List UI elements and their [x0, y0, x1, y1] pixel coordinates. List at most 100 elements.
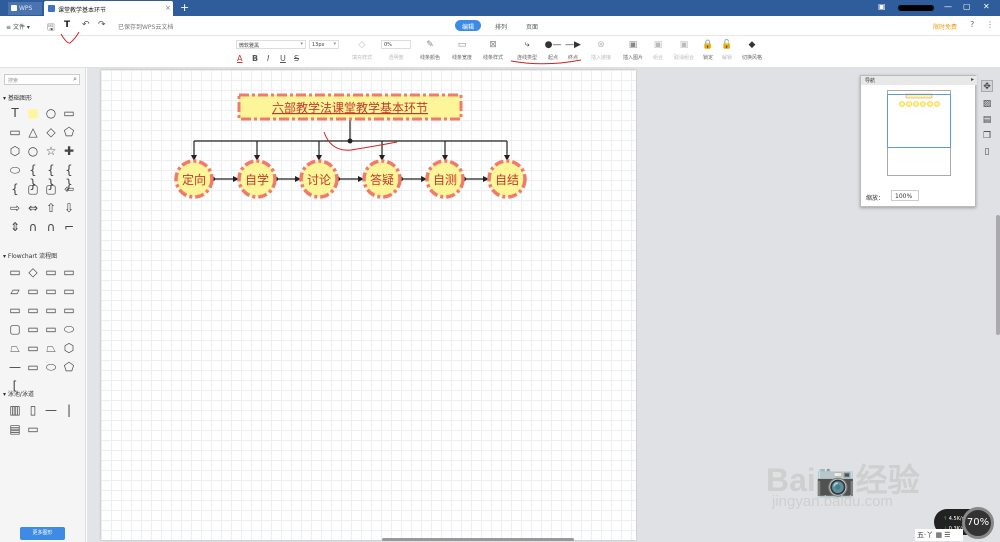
flowchart-shape-7[interactable]: ▭ — [62, 284, 76, 298]
flowchart-shape-19[interactable]: ⬡ — [62, 341, 76, 355]
flowchart-shape-5[interactable]: ▭ — [26, 284, 40, 298]
swimlane-shape-3[interactable]: | — [62, 403, 76, 417]
zoom-input[interactable]: 100% — [891, 190, 919, 201]
flowchart-shape-20[interactable]: — — [8, 360, 22, 374]
flowchart-shape-6[interactable]: ▭ — [44, 284, 58, 298]
wps-home-tab[interactable]: WPS — [8, 2, 42, 15]
basic-shape-22[interactable]: ⇧ — [44, 201, 58, 215]
free-trial-link[interactable]: 限时免费 — [933, 22, 957, 31]
basic-shape-9[interactable]: ○ — [26, 144, 40, 158]
close-tab-icon[interactable]: × — [165, 4, 171, 12]
basic-shape-13[interactable]: { } — [26, 163, 40, 191]
tab-page[interactable]: 页面 — [519, 20, 545, 31]
basic-shape-21[interactable]: ⇔ — [26, 201, 40, 215]
search-icon[interactable]: ⌕ — [73, 75, 77, 84]
image-toggle-icon[interactable]: ▨ — [981, 98, 993, 110]
shape-search-input[interactable]: 搜索 ⌕ — [4, 74, 80, 85]
basic-shape-15[interactable]: { } — [62, 163, 76, 191]
basic-shape-4[interactable]: ▭ — [8, 125, 22, 139]
flowchart-shape-9[interactable]: ▭ — [26, 303, 40, 317]
basic-shape-3[interactable]: ▭ — [62, 106, 76, 120]
basic-shape-24[interactable]: ⇕ — [8, 220, 22, 234]
tab-arrange[interactable]: 排列 — [488, 20, 514, 31]
more-menu-icon[interactable]: ⋮ — [986, 20, 994, 29]
swimlane-shape-0[interactable]: ▥ — [8, 403, 22, 417]
navigator-toggle-icon[interactable]: ✥ — [981, 80, 993, 92]
basic-shape-16[interactable]: { — [8, 182, 22, 196]
category-flowchart[interactable]: ▾ Flowchart 流程图 — [3, 251, 57, 260]
flowchart-shape-22[interactable]: ⬭ — [44, 360, 58, 374]
close-icon[interactable]: ▸ — [971, 76, 974, 83]
page-setting-icon[interactable]: ▤ — [981, 114, 993, 126]
window-layout-icon[interactable]: ▣ — [878, 2, 886, 11]
basic-shape-20[interactable]: ⇨ — [8, 201, 22, 215]
flowchart-shape-2[interactable]: ▭ — [44, 265, 58, 279]
flowchart-shape-15[interactable]: ⬭ — [62, 322, 76, 336]
document-tab-title: 课堂教学基本环节 — [58, 7, 107, 14]
basic-shape-12[interactable]: ⬭ — [8, 163, 22, 177]
swimlane-shape-5[interactable]: ▭ — [26, 422, 40, 436]
flowchart-shape-12[interactable]: ▢ — [8, 322, 22, 336]
swimlane-shape-4[interactable]: ▤ — [8, 422, 22, 436]
category-basic-shapes[interactable]: ▾ 基础图形 — [3, 93, 32, 102]
drawing-page[interactable]: 六部教学法课堂教学基本环节 定向 自学 讨论 答疑 自测 自结 — [101, 70, 636, 540]
user-account[interactable] — [898, 5, 934, 11]
category-swimlane[interactable]: ▾ 泳池/泳道 — [3, 389, 34, 398]
basic-shape-27[interactable]: ⌐ — [62, 220, 76, 234]
navigator-header[interactable]: 导航 ▸ — [861, 76, 977, 85]
flowchart-shape-17[interactable]: ▭ — [26, 341, 40, 355]
vertical-scrollbar[interactable] — [996, 215, 1000, 335]
ime-status-bar[interactable]: 五·丫 ▦ ☰ — [915, 529, 963, 541]
basic-shape-10[interactable]: ☆ — [44, 144, 58, 158]
basic-shape-7[interactable]: ⬠ — [62, 125, 76, 139]
tab-edit[interactable]: 编辑 — [455, 20, 482, 31]
flowchart-shape-3[interactable]: ▭ — [62, 265, 76, 279]
flowchart-shape-18[interactable]: ⏢ — [44, 341, 58, 355]
flowchart-shape-11[interactable]: ▭ — [62, 303, 76, 317]
flowchart-shape-21[interactable]: ▭ — [26, 360, 40, 374]
flowchart-shape-23[interactable]: ⬠ — [62, 360, 76, 374]
copy-page-icon[interactable]: ❐ — [981, 130, 993, 142]
flowchart-shape-4[interactable]: ▱ — [8, 284, 22, 298]
more-shapes-button[interactable]: 更多图形 — [20, 527, 65, 540]
flowchart-shape-0[interactable]: ▭ — [8, 265, 22, 279]
basic-shape-17[interactable]: ▢ — [26, 182, 40, 196]
cpu-usage-gauge[interactable]: 70% — [962, 507, 994, 539]
horizontal-scrollbar[interactable] — [382, 538, 574, 541]
basic-shape-18[interactable]: ▢ — [44, 182, 58, 196]
undo-icon[interactable]: ↶ — [82, 20, 90, 30]
flowchart-shape-10[interactable]: ▭ — [44, 303, 58, 317]
flowchart-shape-16[interactable]: ⏢ — [8, 341, 22, 355]
basic-shape-8[interactable]: ⬡ — [8, 144, 22, 158]
document-icon[interactable]: ▯ — [981, 146, 993, 158]
swimlane-shape-1[interactable]: ▯ — [26, 403, 40, 417]
close-window-button[interactable]: ✕ — [983, 2, 990, 11]
basic-shape-5[interactable]: △ — [26, 125, 40, 139]
minimize-button[interactable]: — — [944, 2, 952, 11]
file-menu[interactable]: ≡ 文件 ▾ — [6, 22, 30, 31]
basic-shape-26[interactable]: ∩ — [44, 220, 58, 234]
redo-icon[interactable]: ↷ — [98, 20, 106, 30]
basic-shape-19[interactable]: ⇦ — [62, 182, 76, 196]
format-painter-icon[interactable]: T — [64, 20, 70, 30]
basic-shape-11[interactable]: ✚ — [62, 144, 76, 158]
flowchart-shape-8[interactable]: ▭ — [8, 303, 22, 317]
basic-shape-14[interactable]: { } — [44, 163, 58, 191]
new-tab-button[interactable]: + — [180, 1, 189, 14]
save-icon[interactable]: 🖫 — [47, 20, 55, 36]
zoom-label: 缩放： — [866, 195, 885, 202]
navigator-viewport[interactable] — [887, 94, 951, 148]
maximize-button[interactable]: ▢ — [963, 2, 971, 11]
document-tab[interactable]: 课堂教学基本环节 × — [44, 1, 173, 16]
basic-shape-1[interactable]: ■ — [26, 106, 40, 120]
flowchart-shape-14[interactable]: ▭ — [44, 322, 58, 336]
basic-shape-25[interactable]: ∩ — [26, 220, 40, 234]
basic-shape-23[interactable]: ⇩ — [62, 201, 76, 215]
basic-shape-0[interactable]: T — [8, 106, 22, 120]
flowchart-shape-13[interactable]: ▭ — [26, 322, 40, 336]
basic-shape-2[interactable]: ○ — [44, 106, 58, 120]
flowchart-shape-1[interactable]: ◇ — [26, 265, 40, 279]
basic-shape-6[interactable]: ◇ — [44, 125, 58, 139]
help-button[interactable]: ? — [970, 20, 974, 29]
swimlane-shape-2[interactable]: — — [44, 403, 58, 417]
